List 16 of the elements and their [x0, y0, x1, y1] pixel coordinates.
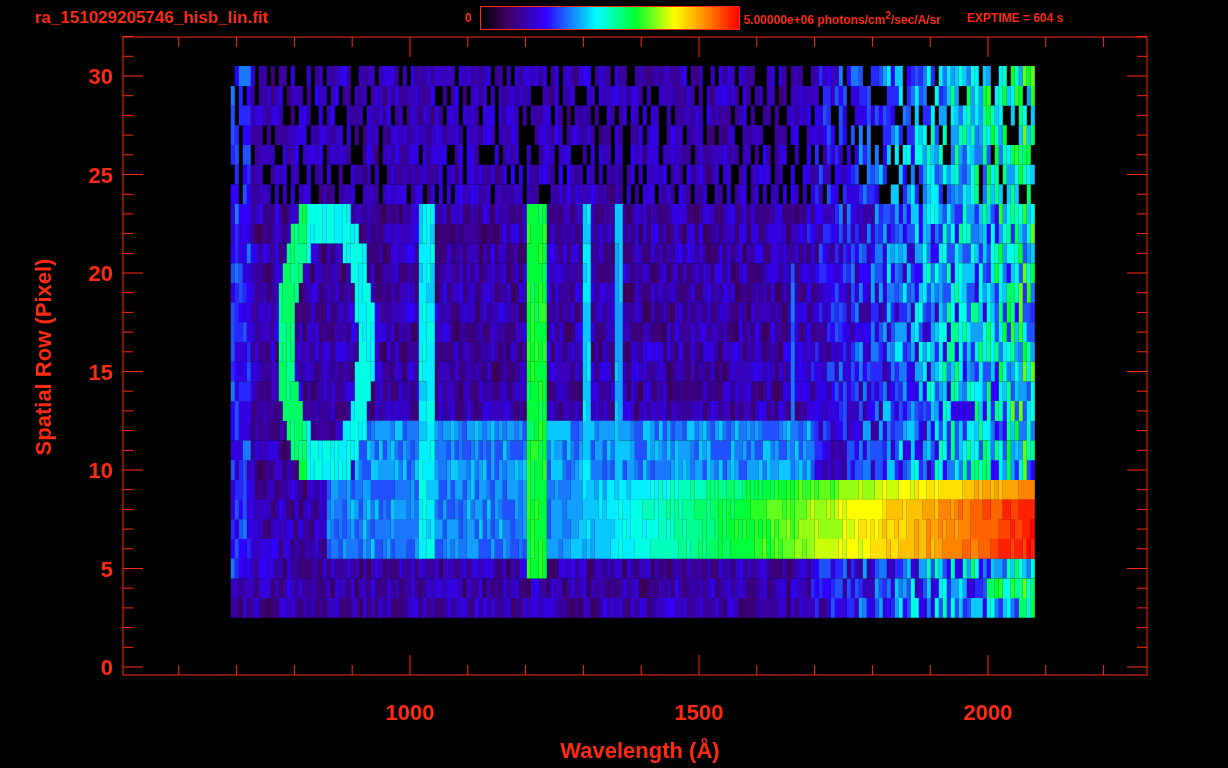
x-tick-label: 1500 [674, 700, 724, 725]
y-tick-label: 25 [88, 162, 113, 188]
x-axis-label: Wavelength (Å) [560, 738, 720, 763]
file-title: ra_151029205746_hisb_lin.fit [35, 8, 270, 28]
y-tick-label: 0 [100, 655, 113, 680]
colorbar-max-label: 5.00000e+06 photons/cm$^{2}$/sec/A/sr [743, 9, 942, 27]
y-tick-label: 15 [88, 359, 113, 385]
y-axis-label: Spatial Row (Pixel) [31, 258, 56, 456]
colorbar-min-label: 0 [465, 11, 472, 25]
x-tick-label: 1000 [385, 700, 435, 725]
y-tick-label: 20 [88, 261, 113, 286]
x-tick-label: 2000 [963, 700, 1013, 725]
exposure-time: EXPTIME = 604 s [967, 11, 1064, 25]
y-tick-label: 5 [100, 556, 113, 582]
y-tick-label: 10 [88, 458, 113, 483]
y-tick-label: 30 [88, 64, 113, 89]
